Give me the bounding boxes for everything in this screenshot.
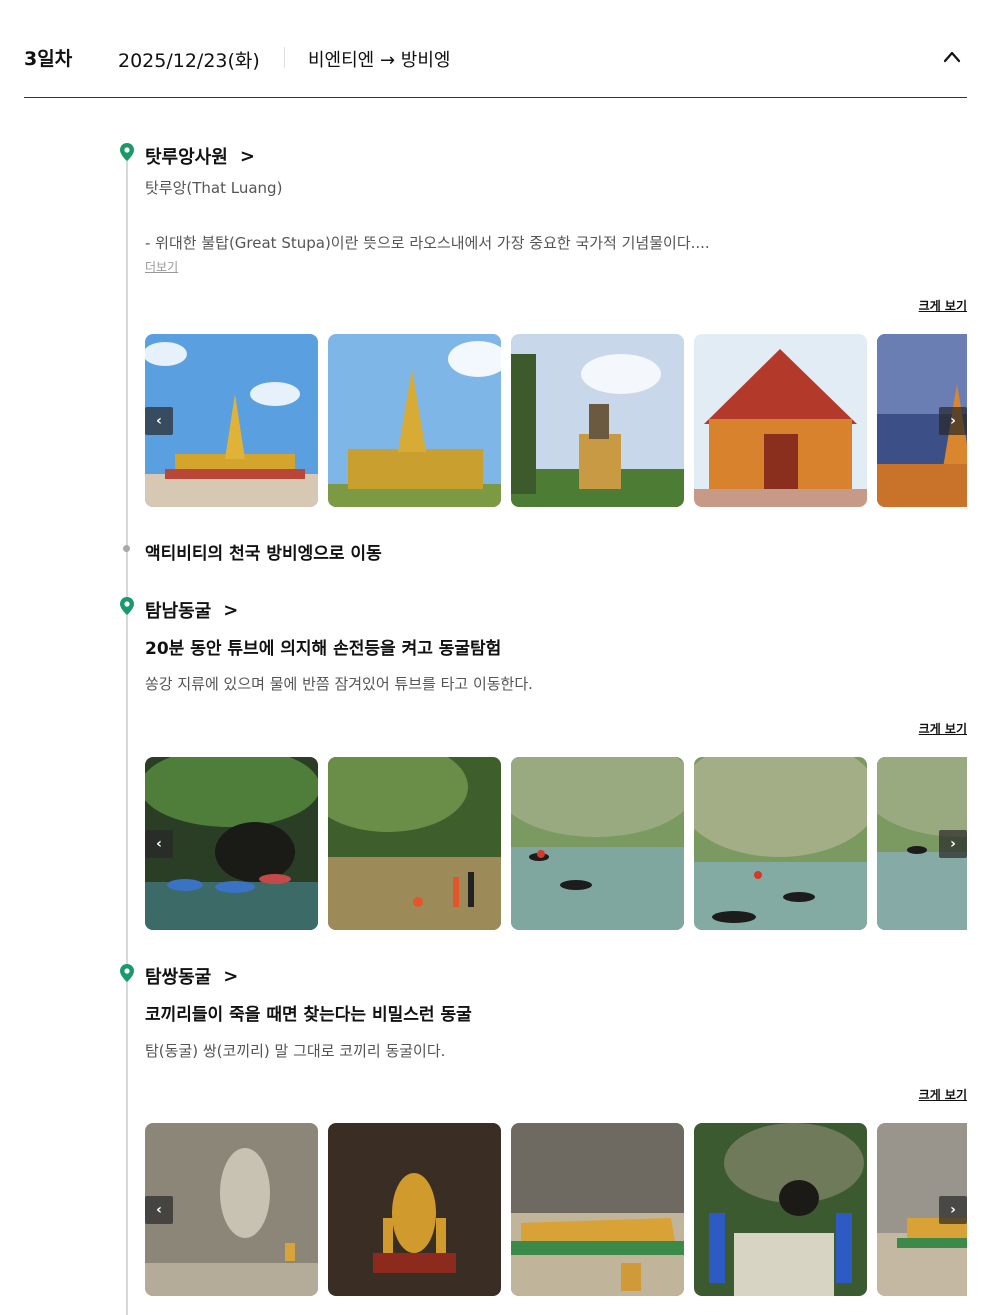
gallery-photo[interactable] <box>328 334 501 507</box>
gallery-next-button[interactable]: › <box>939 1196 967 1224</box>
gallery-photo[interactable] <box>694 334 867 507</box>
big-view-link[interactable]: 크게 보기 <box>919 297 967 314</box>
timeline-dot <box>123 545 130 552</box>
gallery-photo[interactable] <box>694 757 867 930</box>
gallery-photo[interactable] <box>328 757 501 930</box>
map-pin-icon <box>120 597 134 615</box>
chevron-right-icon: > <box>223 965 239 987</box>
chevron-right-icon: > <box>239 145 255 167</box>
gallery-photo[interactable] <box>694 1123 867 1296</box>
place-title-tham-nam[interactable]: 탐남동굴 > <box>145 597 238 623</box>
place-title-that-luang[interactable]: 탓루앙사원 > <box>145 143 255 169</box>
gallery-photo[interactable] <box>328 1123 501 1296</box>
day-date: 2025/12/23(화) <box>118 50 260 72</box>
big-view-link[interactable]: 크게 보기 <box>919 720 967 737</box>
chevron-right-icon: > <box>223 599 239 621</box>
gallery-prev-button[interactable]: ‹ <box>145 830 173 858</box>
place-title-label: 탓루앙사원 <box>145 147 228 168</box>
gallery-next-button[interactable]: › <box>939 830 967 858</box>
divider <box>284 47 285 68</box>
place-title-label: 탐남동굴 <box>145 601 212 622</box>
place-description: 탐(동굴) 쌍(코끼리) 말 그대로 코끼리 동굴이다. <box>145 1042 446 1060</box>
gallery-photo[interactable] <box>511 334 684 507</box>
move-text: 액티비티의 천국 방비엥으로 이동 <box>145 544 382 564</box>
map-pin-icon <box>120 143 134 161</box>
chevron-up-icon <box>943 51 961 63</box>
gallery-prev-button[interactable]: ‹ <box>145 407 173 435</box>
day-header: 3일차 2025/12/23(화) 비엔티엔 → 방비엥 <box>24 0 967 98</box>
day-route: 비엔티엔 → 방비엥 <box>308 50 451 71</box>
place-headline: 20분 동안 튜브에 의지해 손전등을 켜고 동굴탐험 <box>145 639 502 659</box>
day-label: 3일차 <box>24 48 73 70</box>
collapse-button[interactable] <box>941 46 963 68</box>
more-link[interactable]: 더보기 <box>145 258 178 275</box>
photo-gallery: ‹ › <box>145 757 967 930</box>
place-description: - 위대한 불탑(Great Stupa)이란 뜻으로 라오스내에서 가장 중요… <box>145 234 710 252</box>
place-title-label: 탐쌍동굴 <box>145 967 212 988</box>
gallery-prev-button[interactable]: ‹ <box>145 1196 173 1224</box>
place-subtitle: 탓루앙(That Luang) <box>145 179 283 197</box>
place-title-tham-xang[interactable]: 탐쌍동굴 > <box>145 963 238 989</box>
photo-gallery: ‹ › <box>145 1123 967 1296</box>
map-pin-icon <box>120 964 134 982</box>
place-description: 쏭강 지류에 있으며 물에 반쯤 잠겨있어 튜브를 타고 이동한다. <box>145 675 533 693</box>
place-headline: 코끼리들이 죽을 때면 찾는다는 비밀스런 동굴 <box>145 1005 472 1025</box>
big-view-link[interactable]: 크게 보기 <box>919 1086 967 1103</box>
gallery-photo[interactable] <box>511 757 684 930</box>
gallery-photo[interactable] <box>511 1123 684 1296</box>
timeline-line <box>126 158 128 1315</box>
photo-gallery: ‹ › <box>145 334 967 507</box>
gallery-next-button[interactable]: › <box>939 407 967 435</box>
